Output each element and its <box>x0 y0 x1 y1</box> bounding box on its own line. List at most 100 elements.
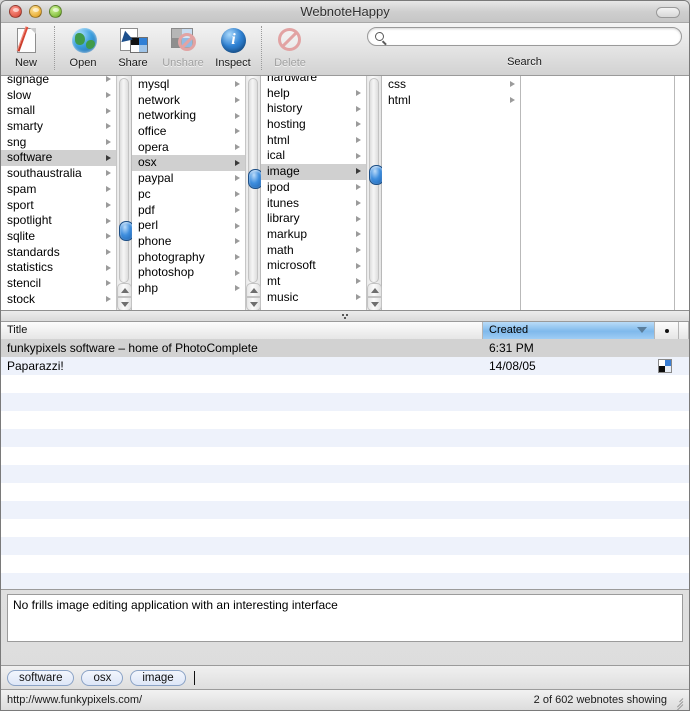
browser-item[interactable]: southaustralia <box>1 166 116 182</box>
splitter-browser-table[interactable] <box>1 311 689 322</box>
browser-item[interactable]: network <box>132 93 245 109</box>
table-row[interactable]: Paparazzi! 14/08/05 <box>1 357 689 375</box>
toolbar-buttons: New Open Share Unshare i Inspect Delete <box>1 23 315 70</box>
browser-item[interactable]: perl <box>132 218 245 234</box>
search-area: Search <box>367 27 682 68</box>
browser-item[interactable]: signage <box>1 76 116 88</box>
browser-item[interactable]: standards <box>1 245 116 261</box>
browser-item[interactable]: css <box>382 77 520 93</box>
tag-token[interactable]: osx <box>81 669 124 686</box>
browser-item[interactable]: small <box>1 103 116 119</box>
browser-item[interactable]: html <box>382 93 520 109</box>
row-created: 14/08/05 <box>489 359 536 373</box>
browser-item[interactable]: ipod <box>261 180 366 196</box>
column-1-scrollbar[interactable] <box>116 76 134 310</box>
browser-item[interactable]: software <box>1 150 116 167</box>
toolbar-button-delete[interactable]: Delete <box>265 23 315 69</box>
browser-item[interactable]: math <box>261 243 366 259</box>
browser-item[interactable]: pdf <box>132 203 245 219</box>
webnote-list[interactable]: funkypixels software – home of PhotoComp… <box>1 339 689 590</box>
disclosure-triangle-icon <box>235 253 240 260</box>
column-2-scrollbar[interactable] <box>245 76 263 310</box>
browser-item[interactable]: mt <box>261 274 366 290</box>
application-window: WebnoteHappy New Open Share Unshare i In… <box>0 0 690 711</box>
table-header-icon-column[interactable] <box>655 322 679 339</box>
scrollbar-track[interactable] <box>248 78 263 283</box>
browser-item[interactable]: networking <box>132 108 245 124</box>
browser-item[interactable]: itunes <box>261 196 366 212</box>
table-row-empty <box>1 429 689 447</box>
browser-item-label: statistics <box>7 260 54 275</box>
browser-item[interactable]: office <box>132 124 245 140</box>
column-3-scrollbar[interactable] <box>366 76 384 310</box>
browser-item[interactable]: mysql <box>132 77 245 93</box>
browser-item[interactable]: photoshop <box>132 265 245 281</box>
table-header-created-label: Created <box>489 324 529 336</box>
browser-item[interactable]: microsoft <box>261 258 366 274</box>
table-header-title[interactable]: Title <box>1 322 483 339</box>
browser-item[interactable]: opera <box>132 140 245 156</box>
browser-item[interactable]: image <box>261 164 366 180</box>
table-row[interactable]: funkypixels software – home of PhotoComp… <box>1 339 689 357</box>
toolbar-button-open[interactable]: Open <box>58 23 108 69</box>
scroll-up-button[interactable] <box>117 283 132 297</box>
scroll-down-button[interactable] <box>117 297 132 310</box>
toolbar-button-inspect[interactable]: i Inspect <box>208 23 258 69</box>
browser-item[interactable]: stock <box>1 292 116 308</box>
browser-item[interactable]: sng <box>1 135 116 151</box>
browser-item[interactable]: smarty <box>1 119 116 135</box>
disclosure-triangle-icon <box>106 248 111 255</box>
row-created: 6:31 PM <box>489 341 534 355</box>
column-3-list[interactable]: hardware help history hosting html ical image i… <box>261 76 366 310</box>
resize-grip[interactable] <box>671 694 684 710</box>
browser-item[interactable]: spotlight <box>1 213 116 229</box>
scroll-up-button[interactable] <box>246 283 261 297</box>
browser-item[interactable]: library <box>261 211 366 227</box>
browser-item[interactable]: php <box>132 281 245 297</box>
dot-icon <box>664 328 669 333</box>
browser-item[interactable]: stencil <box>1 276 116 292</box>
browser-item[interactable]: spam <box>1 182 116 198</box>
tag-token[interactable]: image <box>130 669 186 686</box>
column-1-list[interactable]: signage slow small smarty sng software southau… <box>1 76 116 310</box>
column-5-list[interactable] <box>521 76 674 310</box>
toolbar-button-share[interactable]: Share <box>108 23 158 69</box>
browser-item-label: southaustralia <box>7 166 82 181</box>
scrollbar-track[interactable] <box>119 78 134 283</box>
browser-item[interactable]: slow <box>1 88 116 104</box>
scroll-down-button[interactable] <box>246 297 261 310</box>
table-header-created[interactable]: Created <box>483 322 655 339</box>
notes-field[interactable]: No frills image editing application with… <box>7 594 683 642</box>
search-field[interactable] <box>367 27 682 46</box>
toolbar-button-new[interactable]: New <box>1 23 51 69</box>
browser-item[interactable]: markup <box>261 227 366 243</box>
browser-item[interactable]: music <box>261 290 366 306</box>
browser-item[interactable]: html <box>261 133 366 149</box>
browser-item[interactable]: pc <box>132 187 245 203</box>
toolbar-toggle-button[interactable] <box>656 7 680 18</box>
scrollbar-track[interactable] <box>369 78 384 283</box>
search-input[interactable] <box>388 29 681 44</box>
column-4-list[interactable]: css html <box>382 77 520 310</box>
disclosure-triangle-icon <box>106 201 111 208</box>
browser-item[interactable]: phone <box>132 234 245 250</box>
browser-item[interactable]: ical <box>261 148 366 164</box>
browser-item[interactable]: sport <box>1 198 116 214</box>
browser-item[interactable]: help <box>261 86 366 102</box>
browser-item[interactable]: statistics <box>1 260 116 276</box>
tag-token[interactable]: software <box>7 669 75 686</box>
tag-bar[interactable]: software osx image <box>1 665 689 689</box>
browser-item[interactable]: history <box>261 101 366 117</box>
browser-item[interactable]: hosting <box>261 117 366 133</box>
status-url[interactable]: http://www.funkypixels.com/ <box>7 694 142 706</box>
browser-item[interactable]: sqlite <box>1 229 116 245</box>
column-2-list[interactable]: mysql network networking office opera osx payp… <box>132 77 245 310</box>
toolbar-button-unshare[interactable]: Unshare <box>158 23 208 69</box>
scroll-down-button[interactable] <box>367 297 382 310</box>
browser-item[interactable]: hardware <box>261 76 366 86</box>
browser-item[interactable]: paypal <box>132 171 245 187</box>
scroll-up-button[interactable] <box>367 283 382 297</box>
disclosure-triangle-icon <box>106 217 111 224</box>
browser-item[interactable]: osx <box>132 155 245 172</box>
browser-item[interactable]: photography <box>132 250 245 266</box>
